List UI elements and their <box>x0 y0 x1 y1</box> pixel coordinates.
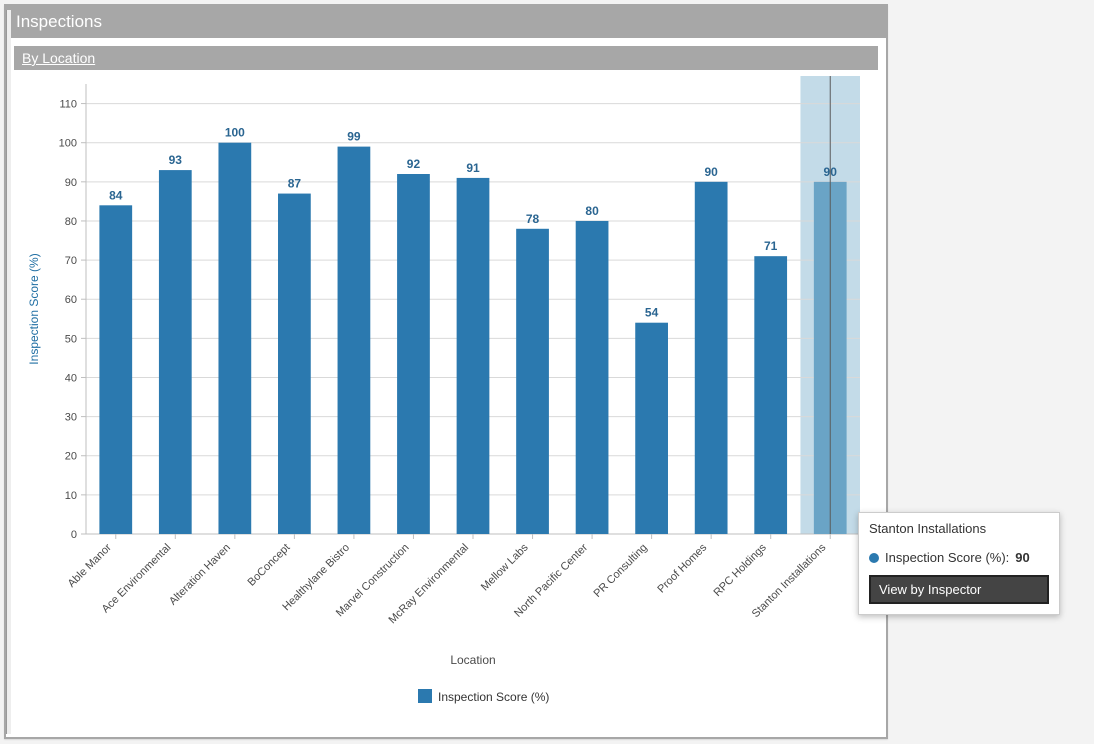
bar[interactable] <box>516 229 549 534</box>
x-category-label: Mellow Labs <box>479 541 531 593</box>
y-tick-label: 0 <box>71 529 77 541</box>
bar-value-label: 99 <box>347 130 361 144</box>
tooltip-dot-icon <box>869 553 879 563</box>
bar[interactable] <box>278 194 311 534</box>
bar-value-label: 84 <box>109 188 123 202</box>
x-category-label: BoConcept <box>246 542 293 589</box>
y-tick-label: 60 <box>65 294 77 306</box>
x-category-label: Proof Homes <box>655 541 709 595</box>
y-tick-label: 30 <box>65 412 77 424</box>
tooltip-series-row: Inspection Score (%): 90 <box>859 546 1059 575</box>
bar[interactable] <box>397 174 430 534</box>
panel-body: By Location 0 10 20 30 40 50 60 70 80 90 100 110 Ins… <box>6 38 886 737</box>
bar[interactable] <box>635 323 668 534</box>
tooltip-value: 90 <box>1015 550 1029 565</box>
bar-value-label: 100 <box>225 126 245 140</box>
bar[interactable] <box>159 170 192 534</box>
y-tick-label: 80 <box>65 216 77 228</box>
bar[interactable] <box>99 205 132 534</box>
x-category-label: Alteration Haven <box>167 542 233 608</box>
y-tick-label: 20 <box>65 451 77 463</box>
bar[interactable] <box>338 147 371 534</box>
left-divider <box>6 10 11 734</box>
tooltip-title: Stanton Installations <box>859 513 1059 546</box>
inspections-panel: Inspections By Location 0 10 20 30 40 50 60 70 8… <box>4 4 888 739</box>
bar[interactable] <box>457 178 490 534</box>
bar-value-label: 54 <box>645 306 659 320</box>
panel-title: Inspections <box>6 6 886 38</box>
y-tick-label: 90 <box>65 177 77 189</box>
x-category-label: RPC Holdings <box>711 541 769 599</box>
y-tick-label: 70 <box>65 255 77 267</box>
bar[interactable] <box>695 182 728 534</box>
bar-value-label: 93 <box>169 153 183 167</box>
view-by-inspector-button[interactable]: View by Inspector <box>869 575 1049 604</box>
y-tick-label: 110 <box>59 99 77 111</box>
bar[interactable] <box>576 221 609 534</box>
y-tick-label: 50 <box>65 333 77 345</box>
chart-tooltip: Stanton Installations Inspection Score (… <box>858 512 1060 615</box>
x-category-label: PR Consulting <box>592 542 650 600</box>
y-tick-label: 10 <box>65 490 77 502</box>
y-tick-label: 40 <box>65 372 77 384</box>
bar-value-label: 92 <box>407 157 421 171</box>
by-location-header[interactable]: By Location <box>14 46 878 70</box>
bar-value-label: 71 <box>764 239 778 253</box>
inspection-bar-chart[interactable]: 0 10 20 30 40 50 60 70 80 90 100 110 Inspection Scor… <box>14 74 874 724</box>
bar[interactable] <box>218 143 251 534</box>
legend-swatch <box>418 689 432 703</box>
bar-value-label: 80 <box>585 204 599 218</box>
bar-value-label: 91 <box>466 161 480 175</box>
bar-value-label: 87 <box>288 177 302 191</box>
bar-value-label: 78 <box>526 212 540 226</box>
x-category-label: Able Manor <box>66 541 114 589</box>
y-tick-label: 100 <box>59 138 77 150</box>
bar-value-label: 90 <box>704 165 718 179</box>
y-axis-title: Inspection Score (%) <box>27 253 41 364</box>
legend-label: Inspection Score (%) <box>438 690 549 704</box>
chart-area: 0 10 20 30 40 50 60 70 80 90 100 110 Inspection Scor… <box>14 74 878 729</box>
tooltip-series-label: Inspection Score (%): <box>885 550 1009 565</box>
bar[interactable] <box>754 256 787 534</box>
x-axis-title: Location <box>450 653 495 667</box>
